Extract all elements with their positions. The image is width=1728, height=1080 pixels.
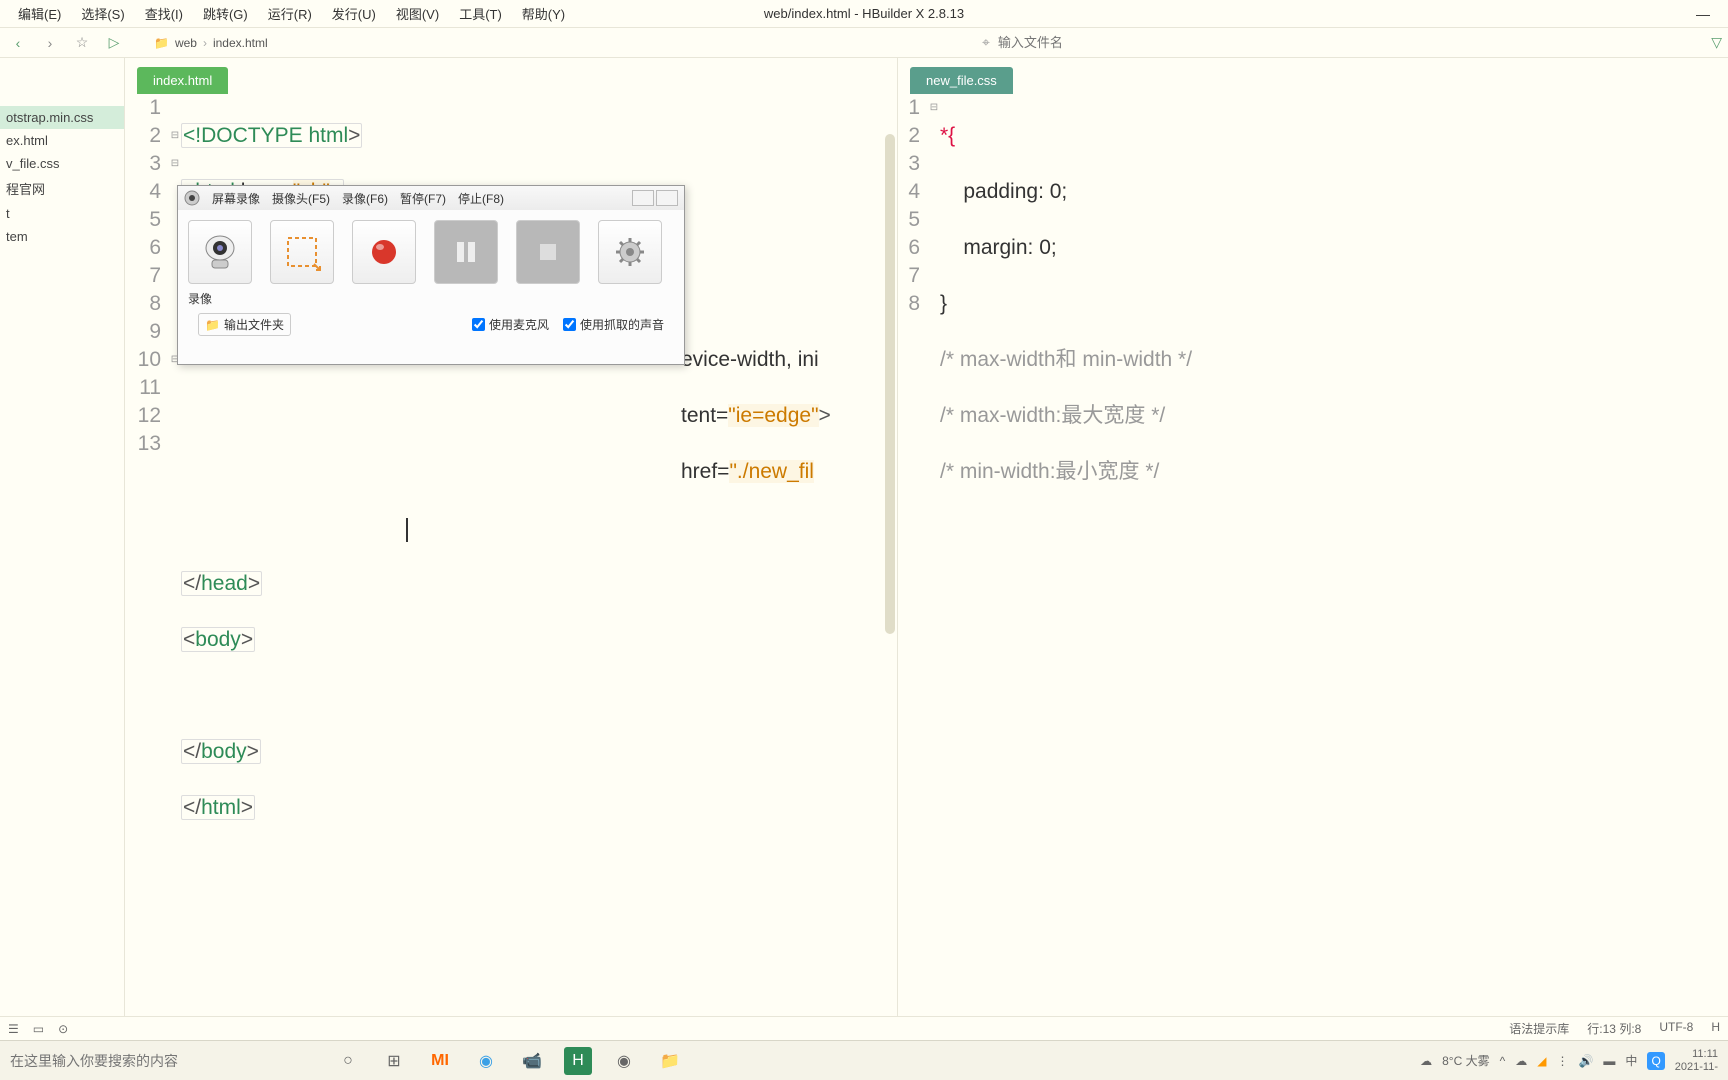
recorder-menu -pause[interactable]: 暂停(F7) [400, 190, 446, 207]
chrome-icon[interactable]: ◉ [610, 1047, 638, 1075]
sidebar-item-t[interactable]: t [0, 202, 124, 225]
status-icon-1[interactable]: ☰ [8, 1022, 19, 1036]
breadcrumb-web[interactable]: web [175, 36, 197, 50]
menu-find[interactable]: 查找(I) [135, 0, 193, 27]
status-icon-3[interactable]: ⊙ [58, 1022, 68, 1036]
nav-back-icon[interactable]: ‹ [6, 31, 30, 55]
encoding[interactable]: UTF-8 [1659, 1020, 1693, 1037]
syntax-hint[interactable]: 语法提示库 [1509, 1020, 1569, 1037]
star-icon[interactable]: ☆ [70, 31, 94, 55]
screen-recorder-window: 屏幕录像 摄像头(F5) 录像(F6) 暂停(F7) 停止(F8) 录像 [177, 185, 685, 365]
menubar: 编辑(E) 选择(S) 查找(I) 跳转(G) 运行(R) 发行(U) 视图(V… [0, 0, 1728, 28]
tray-chevron-icon[interactable]: ^ [1500, 1054, 1506, 1068]
recorder-record-button[interactable] [352, 220, 416, 284]
sidebar-item-tem[interactable]: tem [0, 225, 124, 248]
text-cursor-icon [406, 518, 408, 542]
window-minimize[interactable]: — [1686, 2, 1720, 26]
explorer-icon[interactable]: 📁 [656, 1047, 684, 1075]
recorder-app-icon [184, 190, 200, 206]
tray-q-icon[interactable]: Q [1647, 1052, 1664, 1070]
recorder-title: 屏幕录像 [212, 190, 260, 207]
folder-icon: 📁 [205, 318, 220, 332]
recorder-region-button[interactable] [270, 220, 334, 284]
recorder-settings-button[interactable] [598, 220, 662, 284]
code-area-right[interactable]: 1 2 3 4 5 6 7 8 ⊟ *{ padding: 0; margin:… [898, 94, 1728, 1016]
cortana-icon[interactable]: ○ [334, 1047, 362, 1075]
language-mode[interactable]: H [1711, 1020, 1720, 1037]
window-title: web/index.html - HBuilder X 2.8.13 [764, 6, 964, 21]
mi-icon[interactable]: MI [426, 1047, 454, 1075]
scrollbar-left[interactable] [885, 134, 895, 634]
recorder-menu-stop[interactable]: 停止(F8) [458, 190, 504, 207]
recorder-minimize-icon[interactable] [632, 190, 654, 206]
tray-volume-icon[interactable]: 🔊 [1578, 1054, 1593, 1068]
taskbar-clock[interactable]: 11:11 2021-11- [1675, 1048, 1718, 1074]
recorder-stop-button[interactable] [516, 220, 580, 284]
tray-ime-icon[interactable]: 中 [1625, 1052, 1637, 1069]
menu-tools[interactable]: 工具(T) [449, 0, 512, 27]
file-explorer: otstrap.min.css ex.html v_file.css 程官网 t… [0, 58, 125, 1016]
menu-run[interactable]: 运行(R) [258, 0, 322, 27]
tray-security-icon[interactable]: ◢ [1537, 1054, 1546, 1068]
camera-icon[interactable]: 📹 [518, 1047, 546, 1075]
tray-onedrive-icon[interactable]: ☁ [1515, 1054, 1527, 1068]
menu-select[interactable]: 选择(S) [71, 0, 134, 27]
chevron-right-icon: › [203, 36, 207, 50]
taskbar-search-input[interactable] [10, 1053, 310, 1069]
folder-icon: 📁 [154, 36, 169, 50]
tab-index-html[interactable]: index.html [137, 67, 228, 94]
recorder-menu-camera[interactable]: 摄像头(F5) [272, 190, 330, 207]
sidebar-item-newfile[interactable]: v_file.css [0, 152, 124, 175]
sidebar-item-bootstrap[interactable]: otstrap.min.css [0, 106, 124, 129]
toolbar: ‹ › ☆ ▷ 📁 web › index.html ⌖ ▽ [0, 28, 1728, 58]
hbuilder-icon[interactable]: H [564, 1047, 592, 1075]
windows-taskbar: ○ ⊞ MI ◉ 📹 H ◉ 📁 ☁ 8°C 大雾 ^ ☁ ◢ ⋮ 🔊 ▬ 中 … [0, 1040, 1728, 1080]
file-search-input[interactable] [998, 35, 1703, 50]
nav-forward-icon[interactable]: › [38, 31, 62, 55]
browser-icon[interactable]: ◉ [472, 1047, 500, 1075]
recorder-camera-button[interactable] [188, 220, 252, 284]
menu-edit[interactable]: 编辑(E) [8, 0, 71, 27]
recorder-camera-label: 录像 [188, 290, 252, 307]
menu-publish[interactable]: 发行(U) [322, 0, 386, 27]
tray-wifi-icon[interactable]: ⋮ [1556, 1054, 1568, 1068]
cursor-position: 行:13 列:8 [1587, 1020, 1641, 1037]
taskview-icon[interactable]: ⊞ [380, 1047, 408, 1075]
play-icon[interactable]: ▷ [102, 31, 126, 55]
recorder-mic-checkbox[interactable]: 使用麦克风 [472, 316, 549, 333]
tray-battery-icon[interactable]: ▬ [1603, 1054, 1615, 1068]
status-bar: ☰ ▭ ⊙ 语法提示库 行:13 列:8 UTF-8 H [0, 1016, 1728, 1040]
status-icon-2[interactable]: ▭ [33, 1022, 44, 1036]
recorder-pause-button[interactable] [434, 220, 498, 284]
sidebar-item-site[interactable]: 程官网 [0, 175, 124, 202]
breadcrumb-file[interactable]: index.html [213, 36, 268, 50]
recorder-capture-audio-checkbox[interactable]: 使用抓取的声音 [563, 316, 664, 333]
sidebar-item-index[interactable]: ex.html [0, 129, 124, 152]
weather-icon[interactable]: ☁ [1420, 1054, 1432, 1068]
menu-goto[interactable]: 跳转(G) [193, 0, 258, 27]
menu-view[interactable]: 视图(V) [386, 0, 449, 27]
editor-right: new_file.css 1 2 3 4 5 6 7 8 ⊟ *{ paddin… [898, 58, 1728, 1016]
weather-text[interactable]: 8°C 大雾 [1442, 1052, 1489, 1069]
recorder-output-folder-button[interactable]: 📁 输出文件夹 [198, 313, 291, 336]
filter-icon[interactable]: ▽ [1711, 34, 1722, 51]
menu-help[interactable]: 帮助(Y) [512, 0, 575, 27]
gear-icon [610, 232, 650, 272]
tab-new-file-css[interactable]: new_file.css [910, 67, 1013, 94]
search-cursor-icon: ⌖ [982, 34, 990, 51]
recorder-menu-record[interactable]: 录像(F6) [342, 190, 388, 207]
recorder-close-icon[interactable] [656, 190, 678, 206]
breadcrumb: 📁 web › index.html [154, 36, 268, 50]
